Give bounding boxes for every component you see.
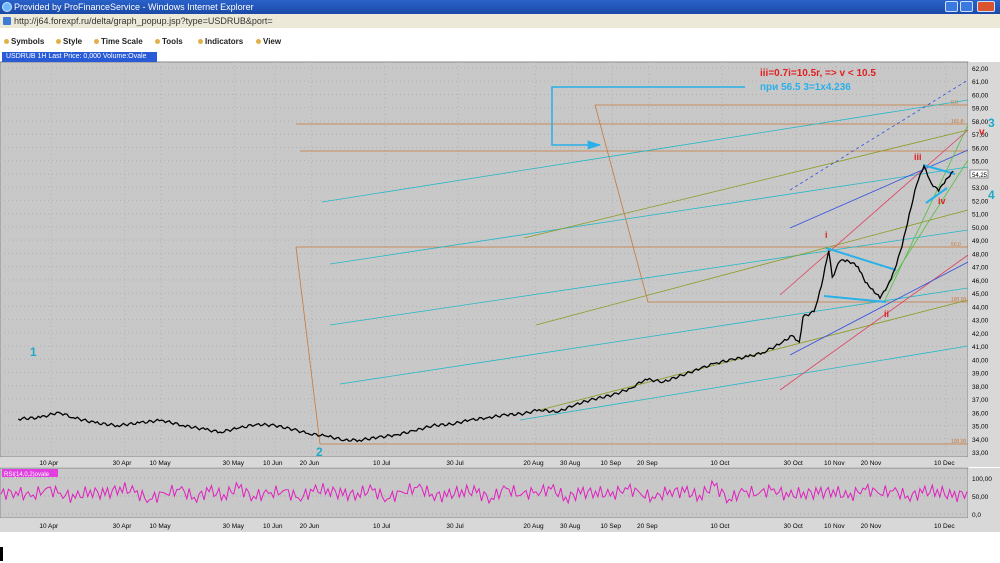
- y-tick-label: 34,00: [972, 437, 989, 444]
- forecast-note-2: при 56.5 3=1x4.236: [760, 82, 851, 93]
- price-chart[interactable]: RSI(14,0,2)ovale 62,00 61,00 60,00 59,00 58,…: [0, 0, 1000, 563]
- rsi-x-tick-label: 10 Apr: [39, 523, 59, 530]
- y-tick-label: 42,00: [972, 331, 989, 338]
- y-tick-label: 62,00: [972, 66, 989, 73]
- y-tick-label: 33,00: [972, 450, 989, 457]
- last-price-label: 54,25: [972, 173, 988, 179]
- wave-label-2: 2: [316, 445, 323, 459]
- x-tick-label: 30 Apr: [113, 460, 133, 467]
- y-tick-label: 58,00: [972, 119, 989, 126]
- wave-label-iv: iv: [938, 196, 946, 206]
- rsi-y-tick-label: 50,00: [972, 494, 989, 501]
- x-tick-label: 10 Nov: [824, 460, 845, 467]
- rsi-x-tick-label: 30 Jul: [446, 523, 464, 530]
- wave-label-iii: iii: [914, 152, 922, 162]
- x-tick-label: 20 Nov: [861, 460, 882, 467]
- fib-label-0: 0,0: [951, 100, 958, 106]
- fib-label-100a: 100,00: [951, 297, 967, 303]
- rsi-x-tick-label: 20 Sep: [637, 523, 658, 530]
- y-tick-label: 51,00: [972, 212, 989, 219]
- rsi-x-tick-label: 10 Sep: [600, 523, 621, 530]
- x-tick-label: 20 Jun: [300, 460, 320, 467]
- x-tick-label: 10 Jun: [263, 460, 283, 467]
- rsi-x-tick-label: 30 Oct: [784, 523, 803, 530]
- y-tick-label: 53,00: [972, 185, 989, 192]
- rsi-x-tick-label: 20 Nov: [861, 523, 882, 530]
- y-tick-label: 45,00: [972, 291, 989, 298]
- x-tick-label: 30 May: [223, 460, 245, 467]
- y-tick-label: 49,00: [972, 238, 989, 245]
- y-tick-label: 37,00: [972, 397, 989, 404]
- forecast-note-1: iii=0.7i=10.5r, => v < 10.5: [760, 68, 876, 79]
- fib-label-100b: 100,00: [951, 439, 967, 445]
- fib-label-161: 161,8: [951, 119, 964, 125]
- rsi-x-tick-label: 10 Jul: [373, 523, 391, 530]
- rsi-x-tick-label: 30 Aug: [560, 523, 581, 530]
- x-tick-label: 20 Sep: [637, 460, 658, 467]
- wave-label-v: v: [979, 127, 985, 138]
- x-tick-label: 10 May: [149, 460, 171, 467]
- wave-label-4: 4: [988, 188, 995, 202]
- x-tick-label: 30 Jul: [446, 460, 464, 467]
- rsi-x-tick-label: 30 May: [223, 523, 245, 530]
- y-tick-label: 56,00: [972, 145, 989, 152]
- rsi-x-tick-label: 20 Jun: [300, 523, 320, 530]
- x-tick-label: 10 Sep: [600, 460, 621, 467]
- y-tick-label: 36,00: [972, 410, 989, 417]
- y-tick-label: 44,00: [972, 304, 989, 311]
- wave-label-i: i: [825, 230, 828, 240]
- y-tick-label: 52,00: [972, 198, 989, 205]
- rsi-x-tick-label: 10 May: [149, 523, 171, 530]
- wave-label-ii: ii: [884, 309, 889, 319]
- y-tick-label: 46,00: [972, 278, 989, 285]
- y-tick-label: 41,00: [972, 344, 989, 351]
- y-tick-label: 60,00: [972, 92, 989, 99]
- rsi-header: RSI(14,0,2)ovale: [4, 472, 50, 478]
- y-tick-label: 50,00: [972, 225, 989, 232]
- rsi-y-tick-label: 100,00: [972, 476, 992, 483]
- rsi-x-tick-label: 10 Nov: [824, 523, 845, 530]
- fib-label-50: 50,0: [951, 242, 961, 248]
- y-tick-label: 55,00: [972, 159, 989, 166]
- chart-header: USDRUB 1H Last Price: 0,000 Volume:Ovale: [2, 52, 157, 62]
- y-tick-label: 47,00: [972, 265, 989, 272]
- y-tick-label: 48,00: [972, 251, 989, 258]
- x-tick-label: 10 Oct: [710, 460, 729, 467]
- x-tick-label: 30 Aug: [560, 460, 581, 467]
- rsi-x-tick-label: 10 Dec: [934, 523, 955, 530]
- y-tick-label: 40,00: [972, 357, 989, 364]
- wave-label-1: 1: [30, 345, 37, 359]
- y-tick-label: 43,00: [972, 318, 989, 325]
- y-tick-label: 35,00: [972, 424, 989, 431]
- rsi-x-tick-label: 10 Oct: [710, 523, 729, 530]
- y-tick-label: 59,00: [972, 106, 989, 113]
- rsi-x-tick-label: 30 Apr: [113, 523, 133, 530]
- rsi-y-tick-label: 0,0: [972, 512, 981, 519]
- rsi-x-tick-label: 10 Jun: [263, 523, 283, 530]
- x-tick-label: 30 Oct: [784, 460, 803, 467]
- y-tick-label: 39,00: [972, 371, 989, 378]
- x-tick-label: 20 Aug: [523, 460, 544, 467]
- rsi-x-tick-label: 20 Aug: [523, 523, 544, 530]
- x-tick-label: 10 Apr: [39, 460, 59, 467]
- x-tick-label: 10 Jul: [373, 460, 391, 467]
- text-caret: [0, 547, 3, 561]
- x-tick-label: 10 Dec: [934, 460, 955, 467]
- y-tick-label: 61,00: [972, 79, 989, 86]
- y-tick-label: 38,00: [972, 384, 989, 391]
- wave-label-3: 3: [988, 116, 995, 130]
